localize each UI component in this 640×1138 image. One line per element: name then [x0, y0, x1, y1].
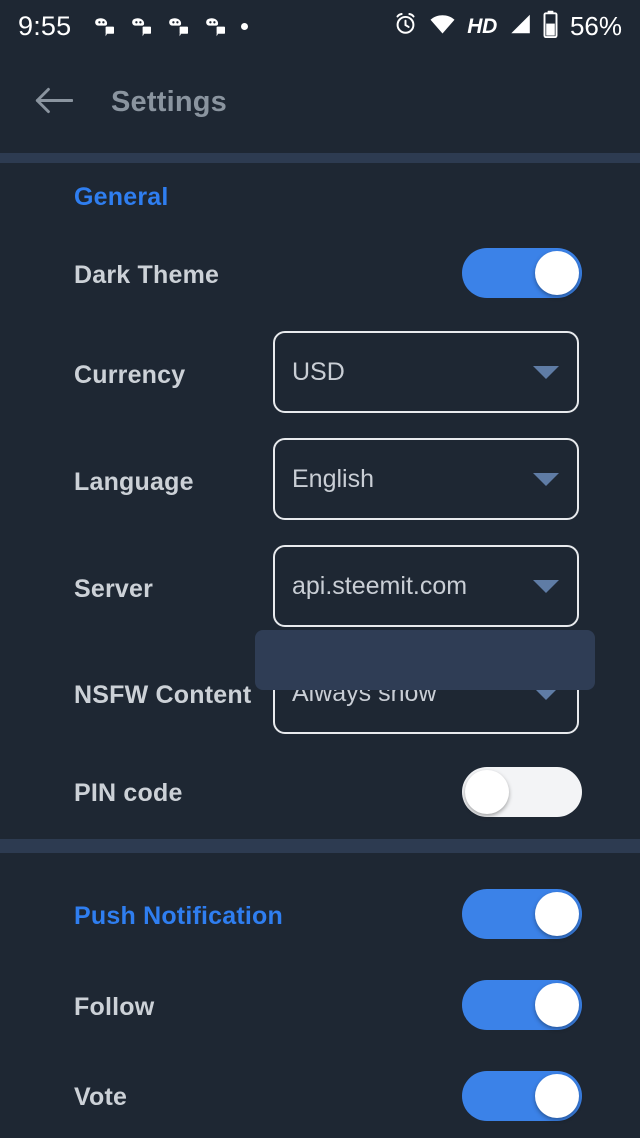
status-bar: 9:55 HD 56%: [0, 0, 640, 52]
row-label-follow: Follow: [74, 993, 155, 1021]
section-header-general: General: [74, 183, 169, 211]
toggle-knob: [535, 251, 579, 295]
status-bar-notification-icons: [93, 14, 249, 38]
dropdown-server[interactable]: api.steemit.com: [273, 545, 579, 627]
dropdown-language[interactable]: English: [273, 438, 579, 520]
toggle-dark-theme[interactable]: [462, 248, 582, 298]
discord-icon: [204, 14, 228, 38]
toggle-knob: [465, 770, 509, 814]
row-label-dark-theme: Dark Theme: [74, 261, 220, 289]
toggle-follow[interactable]: [462, 980, 582, 1030]
row-label-currency: Currency: [74, 361, 186, 389]
wifi-icon: [429, 13, 456, 40]
back-button[interactable]: [27, 76, 81, 130]
dropdown-server-value: api.steemit.com: [292, 571, 468, 600]
discord-icon: [93, 14, 117, 38]
toggle-pin-code[interactable]: [462, 767, 582, 817]
battery-icon: [543, 10, 558, 43]
row-label-language: Language: [74, 468, 194, 496]
dropdown-language-value: English: [292, 464, 374, 493]
section-divider: [0, 839, 640, 853]
hd-indicator-label: HD: [467, 14, 497, 38]
discord-icon: [130, 14, 154, 38]
battery-percent-label: 56%: [569, 11, 622, 41]
settings-content: General Dark Theme Currency USD Language…: [0, 163, 640, 1138]
row-label-nsfw-content: NSFW Content: [74, 681, 252, 709]
toggle-knob: [535, 983, 579, 1027]
toggle-knob: [535, 892, 579, 936]
row-label-vote: Vote: [74, 1083, 128, 1111]
row-label-server: Server: [74, 575, 154, 603]
dropdown-currency[interactable]: USD: [273, 331, 579, 413]
cell-signal-icon: [508, 13, 532, 40]
app-bar-divider: [0, 153, 640, 163]
chevron-down-icon: [533, 472, 559, 486]
page-title: Settings: [111, 86, 227, 118]
discord-icon: [167, 14, 191, 38]
app-bar: Settings: [0, 52, 640, 153]
dropdown-currency-value: USD: [292, 357, 345, 386]
chevron-down-icon: [533, 365, 559, 379]
row-label-pin-code: PIN code: [74, 779, 183, 807]
dropdown-popup-panel[interactable]: [255, 630, 595, 690]
section-header-push-notification: Push Notification: [74, 902, 283, 930]
alarm-clock-icon: [393, 11, 418, 41]
toggle-knob: [535, 1074, 579, 1118]
status-bar-clock: 9:55: [18, 10, 72, 41]
settings-screen: 9:55 HD 56% Settings General Dark Theme …: [0, 0, 640, 1138]
back-arrow-icon: [35, 86, 74, 120]
toggle-vote[interactable]: [462, 1071, 582, 1121]
more-notifications-dot: [241, 22, 249, 30]
toggle-push-notification[interactable]: [462, 889, 582, 939]
chevron-down-icon: [533, 579, 559, 593]
status-bar-system-icons: HD 56%: [393, 10, 622, 43]
